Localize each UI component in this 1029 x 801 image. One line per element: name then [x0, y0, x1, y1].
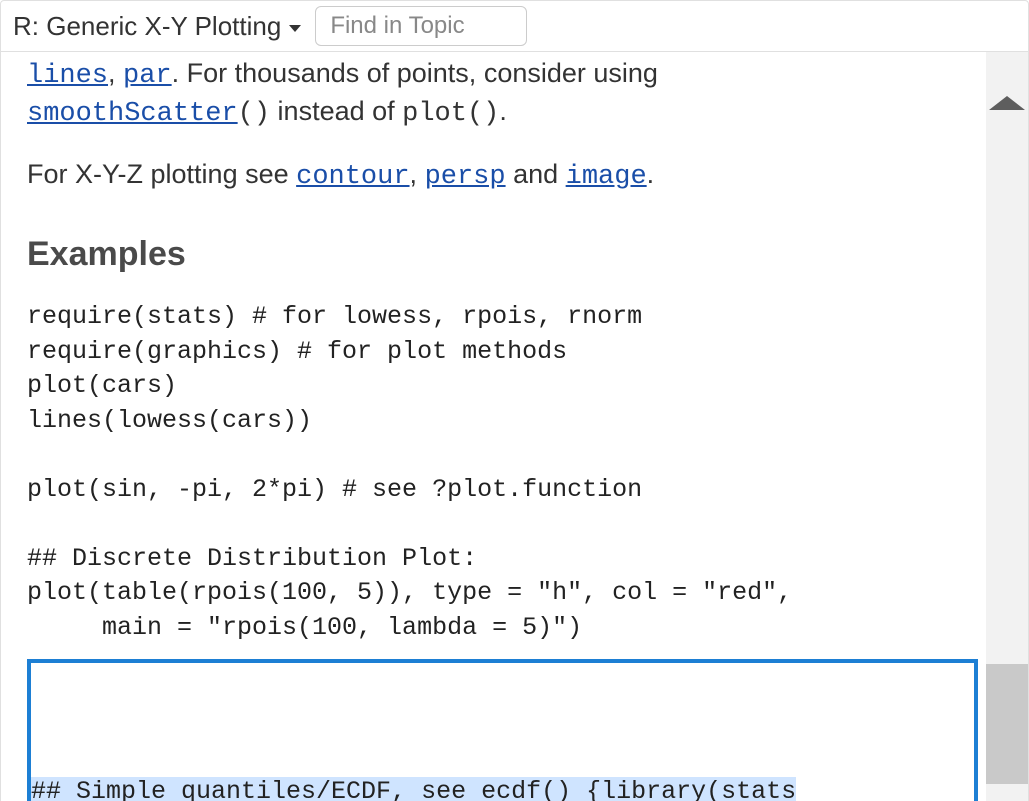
- scroll-up-icon[interactable]: [989, 96, 1025, 110]
- topbar: R: Generic X-Y Plotting: [0, 0, 1029, 52]
- examples-heading: Examples: [27, 233, 978, 277]
- selected-line-1: ## Simple quantiles/ECDF, see ecdf() {li…: [31, 777, 796, 801]
- xyz-paragraph: For X-Y-Z plotting see contour, persp an…: [27, 157, 978, 195]
- scrollbar-thumb[interactable]: [986, 664, 1028, 784]
- link-lines[interactable]: lines: [27, 61, 108, 91]
- link-smoothscatter[interactable]: smoothScatter: [27, 99, 238, 129]
- scrollbar-track[interactable]: [986, 52, 1028, 801]
- link-persp[interactable]: persp: [425, 162, 506, 192]
- code-example-main: require(stats) # for lowess, rpois, rnor…: [27, 300, 978, 645]
- page-title: R: Generic X-Y Plotting: [13, 11, 281, 42]
- link-contour[interactable]: contour: [296, 162, 409, 192]
- link-par[interactable]: par: [123, 61, 172, 91]
- find-in-topic-input[interactable]: [315, 6, 527, 46]
- intro-line-2: smoothScatter() instead of plot().: [27, 94, 978, 132]
- page-title-dropdown[interactable]: R: Generic X-Y Plotting: [9, 11, 301, 42]
- help-content: lines, par. For thousands of points, con…: [1, 52, 986, 801]
- help-viewport: lines, par. For thousands of points, con…: [0, 52, 1029, 801]
- intro-line-1: lines, par. For thousands of points, con…: [27, 56, 978, 94]
- link-image[interactable]: image: [566, 162, 647, 192]
- caret-down-icon: [289, 25, 301, 32]
- selected-code-block: ## Simple quantiles/ECDF, see ecdf() {li…: [27, 659, 978, 801]
